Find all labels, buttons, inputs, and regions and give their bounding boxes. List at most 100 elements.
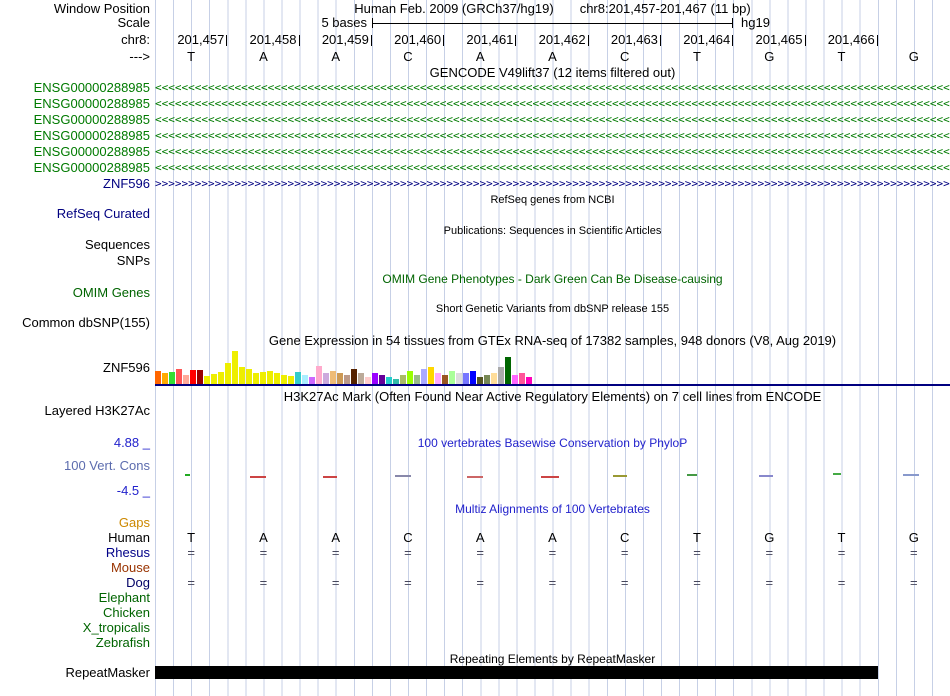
- base-cell: C: [620, 530, 630, 545]
- base-cell: =: [476, 575, 484, 590]
- species-label[interactable]: Human: [0, 531, 150, 545]
- gene-item-label[interactable]: ENSG00000288985: [0, 161, 150, 175]
- track-title-omim[interactable]: OMIM Gene Phenotypes - Dark Green Can Be…: [155, 272, 950, 286]
- base-cell: =: [620, 575, 629, 590]
- track-label-sequences[interactable]: Sequences: [0, 238, 150, 252]
- conservation-area: [155, 460, 950, 486]
- species-label[interactable]: Chicken: [0, 606, 150, 620]
- species-label[interactable]: X_tropicalis: [0, 621, 150, 635]
- track-title-gencode[interactable]: GENCODE V49lift37 (12 items filtered out…: [155, 66, 950, 80]
- track-title-repeatmasker[interactable]: Repeating Elements by RepeatMasker: [155, 652, 950, 666]
- base-cell: =: [404, 545, 412, 560]
- gtex-tissue-bar: [435, 373, 441, 384]
- gtex-tissue-bar: [386, 377, 392, 384]
- gtex-tissue-bar: [351, 369, 357, 384]
- base-cell: =: [187, 545, 195, 560]
- coordinate-row: 201,457 201,458 201,459 201,460 201,461 201,4…: [155, 33, 950, 47]
- track-title-conservation[interactable]: 100 vertebrates Basewise Conservation by…: [155, 436, 950, 450]
- base-cell: A: [548, 49, 557, 64]
- base-cell: =: [331, 575, 340, 590]
- gtex-tissue-bar: [330, 371, 336, 384]
- track-title-refseq[interactable]: RefSeq genes from NCBI: [155, 193, 950, 207]
- species-label[interactable]: Elephant: [0, 591, 150, 605]
- gtex-tissue-bar: [204, 376, 210, 384]
- gtex-tissue-bar: [442, 375, 448, 384]
- species-label[interactable]: Rhesus: [0, 546, 150, 560]
- coordinate-label: 201,466: [828, 33, 878, 47]
- gtex-tissue-bar: [281, 375, 287, 384]
- gtex-tissue-bar: [309, 377, 315, 384]
- track-title-publications[interactable]: Publications: Sequences in Scientific Ar…: [155, 224, 950, 238]
- track-title-dbsnp[interactable]: Short Genetic Variants from dbSNP releas…: [155, 302, 950, 316]
- gtex-tissue-bar: [491, 373, 497, 384]
- track-label-snps[interactable]: SNPs: [0, 254, 150, 268]
- track-label-repeatmasker[interactable]: RepeatMasker: [0, 666, 150, 680]
- base-cell: =: [259, 575, 268, 590]
- base-cell: =: [909, 545, 918, 560]
- gtex-tissue-bar: [512, 375, 518, 384]
- base-cell: T: [693, 49, 701, 64]
- gene-item-label[interactable]: ENSG00000288985: [0, 129, 150, 143]
- species-label[interactable]: Mouse: [0, 561, 150, 575]
- gtex-tissue-bar: [344, 375, 350, 384]
- gene-arrows-left[interactable]: <<<<<<<<<<<<<<<<<<<<<<<<<<<<<<<<<<<<<<<<…: [155, 97, 950, 111]
- base-cell: T: [187, 49, 196, 64]
- gene-arrows-left[interactable]: <<<<<<<<<<<<<<<<<<<<<<<<<<<<<<<<<<<<<<<<…: [155, 81, 950, 95]
- base-cell: G: [764, 530, 775, 545]
- scale-label: Scale: [117, 15, 150, 30]
- gtex-bars[interactable]: [155, 350, 950, 384]
- gene-item-label[interactable]: ENSG00000288985: [0, 97, 150, 111]
- gtex-tissue-bar: [323, 373, 329, 384]
- track-label-dbsnp[interactable]: Common dbSNP(155): [0, 316, 150, 330]
- gene-arrows-left[interactable]: <<<<<<<<<<<<<<<<<<<<<<<<<<<<<<<<<<<<<<<<…: [155, 161, 950, 175]
- species-label[interactable]: Dog: [0, 576, 150, 590]
- gene-item-label[interactable]: ZNF596: [0, 177, 150, 191]
- track-label-gtex[interactable]: ZNF596: [0, 361, 150, 375]
- gene-item-label[interactable]: ENSG00000288985: [0, 145, 150, 159]
- base-cell: =: [765, 545, 774, 560]
- track-label-omim[interactable]: OMIM Genes: [0, 286, 150, 300]
- gtex-tissue-bar: [379, 375, 385, 384]
- gene-arrows-right[interactable]: >>>>>>>>>>>>>>>>>>>>>>>>>>>>>>>>>>>>>>>>…: [155, 177, 950, 191]
- alignment-row: = = = = = = = = = = =: [155, 576, 950, 590]
- gene-arrows-left[interactable]: <<<<<<<<<<<<<<<<<<<<<<<<<<<<<<<<<<<<<<<<…: [155, 145, 950, 159]
- base-cell: A: [331, 49, 340, 64]
- species-label[interactable]: Gaps: [0, 516, 150, 530]
- alignment-row: = = = = = = = = = = =: [155, 546, 950, 560]
- gtex-tissue-bar: [253, 373, 259, 384]
- gtex-tissue-bar: [498, 367, 504, 384]
- coordinate-label: 201,460: [394, 33, 444, 47]
- gene-arrows-left[interactable]: <<<<<<<<<<<<<<<<<<<<<<<<<<<<<<<<<<<<<<<<…: [155, 129, 950, 143]
- gtex-tissue-bar: [477, 377, 483, 384]
- track-title-gtex[interactable]: Gene Expression in 54 tissues from GTEx …: [155, 334, 950, 348]
- gtex-tissue-bar: [519, 373, 525, 384]
- base-cell: =: [620, 545, 629, 560]
- track-title-h3k27ac[interactable]: H3K27Ac Mark (Often Found Near Active Re…: [155, 390, 950, 404]
- gtex-tissue-bar: [365, 377, 371, 384]
- track-label-conservation[interactable]: 100 Vert. Cons: [0, 459, 150, 473]
- base-cell: =: [693, 575, 701, 590]
- track-title-multiz[interactable]: Multiz Alignments of 100 Vertebrates: [155, 502, 950, 516]
- gtex-tissue-bar: [463, 373, 469, 384]
- gtex-tissue-bar: [239, 367, 245, 384]
- base-cell: A: [259, 530, 268, 545]
- coordinate-label: 201,463: [611, 33, 661, 47]
- gtex-tissue-bar: [288, 376, 294, 384]
- gtex-tissue-bar: [295, 372, 301, 384]
- species-label[interactable]: Zebrafish: [0, 636, 150, 650]
- gene-arrows-left[interactable]: <<<<<<<<<<<<<<<<<<<<<<<<<<<<<<<<<<<<<<<<…: [155, 113, 950, 127]
- base-cell: C: [620, 49, 630, 64]
- gene-item-label[interactable]: ENSG00000288985: [0, 81, 150, 95]
- gtex-tissue-bar: [316, 366, 322, 384]
- scale-bar: [372, 18, 733, 28]
- gene-item-label[interactable]: ENSG00000288985: [0, 113, 150, 127]
- base-cell: A: [331, 530, 340, 545]
- repeatmasker-element[interactable]: [155, 666, 878, 679]
- track-label-refseq[interactable]: RefSeq Curated: [0, 207, 150, 221]
- gtex-tissue-bar: [211, 374, 217, 384]
- base-cell: A: [475, 530, 485, 545]
- gtex-tissue-bar: [421, 369, 427, 384]
- track-label-h3k27ac[interactable]: Layered H3K27Ac: [0, 404, 150, 418]
- coordinate-label: 201,458: [250, 33, 300, 47]
- base-cell: C: [403, 530, 413, 545]
